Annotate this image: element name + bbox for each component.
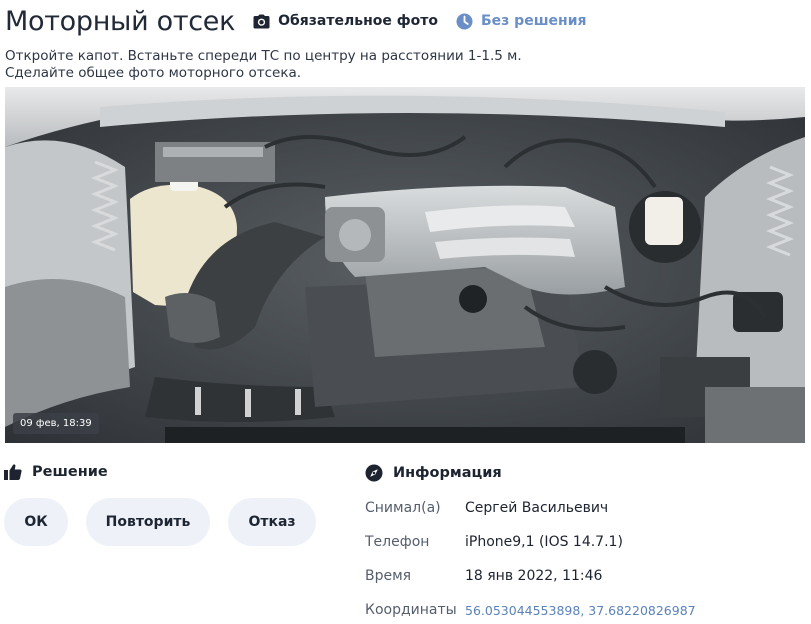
reject-button[interactable]: Отказ bbox=[228, 498, 316, 546]
info-label: Снимал(а) bbox=[365, 500, 441, 516]
status-badge: Без решения bbox=[456, 13, 587, 30]
camera-icon bbox=[253, 14, 270, 28]
photo-instructions: Откройте капот. Встаньте спереди ТС по ц… bbox=[5, 48, 522, 82]
info-value: iPhone9,1 (IOS 14.7.1) bbox=[465, 534, 623, 550]
decision-section-title: Решение bbox=[4, 464, 108, 480]
required-photo-text: Обязательное фото bbox=[278, 13, 438, 29]
page-header: Моторный отсек Обязательное фото Без реш… bbox=[5, 2, 587, 40]
info-row-time: Время 18 янв 2022, 11:46 bbox=[365, 566, 602, 586]
info-value: Сергей Васильевич bbox=[465, 500, 609, 516]
info-title: Информация bbox=[393, 465, 502, 481]
info-label: Координаты bbox=[365, 602, 457, 618]
compass-icon bbox=[365, 464, 383, 482]
info-row-photographer: Снимал(а) Сергей Васильевич bbox=[365, 498, 608, 518]
info-row-coordinates: Координаты 56.053044553898, 37.682208269… bbox=[365, 600, 696, 620]
info-row-phone: Телефон iPhone9,1 (IOS 14.7.1) bbox=[365, 532, 623, 552]
info-value: 18 янв 2022, 11:46 bbox=[465, 568, 603, 584]
info-section-title: Информация bbox=[365, 464, 502, 482]
decision-title: Решение bbox=[32, 464, 108, 480]
info-label: Телефон bbox=[365, 534, 430, 550]
info-label: Время bbox=[365, 568, 412, 584]
instruction-line-1: Откройте капот. Встаньте спереди ТС по ц… bbox=[5, 48, 522, 64]
repeat-button[interactable]: Повторить bbox=[86, 498, 210, 546]
photo-timestamp: 09 фев, 18:39 bbox=[13, 413, 99, 434]
required-photo-label: Обязательное фото bbox=[253, 13, 438, 29]
coordinates-link[interactable]: 56.053044553898, 37.68220826987 bbox=[465, 603, 696, 618]
page-title: Моторный отсек bbox=[5, 5, 236, 37]
clock-icon bbox=[456, 13, 473, 29]
status-text: Без решения bbox=[481, 13, 587, 29]
engine-bay-image bbox=[5, 87, 805, 443]
engine-bay-photo[interactable]: 09 фев, 18:39 bbox=[5, 87, 805, 443]
thumbs-up-icon bbox=[4, 464, 22, 480]
ok-button[interactable]: ОК bbox=[4, 498, 68, 546]
instruction-line-2: Сделайте общее фото моторного отсека. bbox=[5, 65, 302, 81]
